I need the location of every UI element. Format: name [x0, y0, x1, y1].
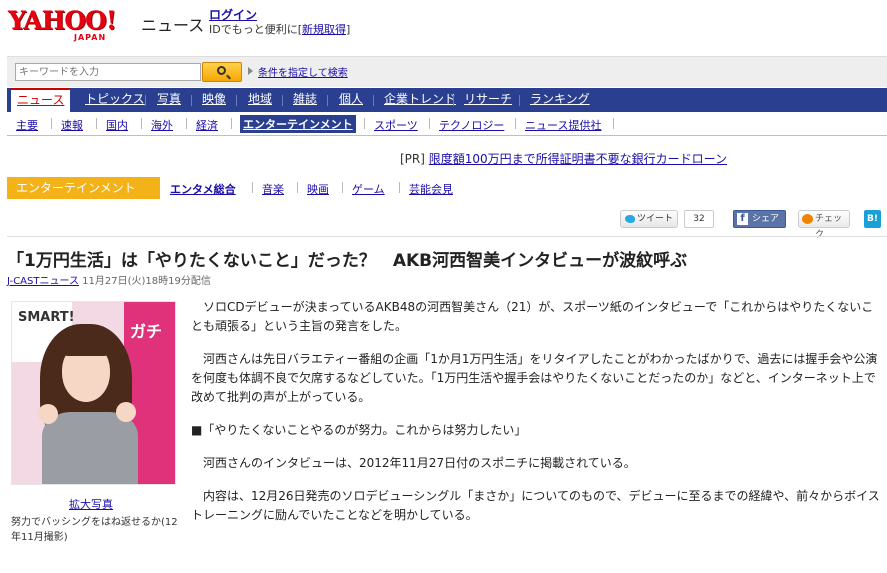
- subnav-divider: [231, 118, 232, 129]
- facebook-share-button[interactable]: f シェア: [733, 210, 786, 228]
- subnav-entertainment[interactable]: エンターテインメント: [240, 115, 356, 133]
- twitter-bird-icon: [625, 215, 635, 223]
- tab-video[interactable]: 映像: [202, 88, 226, 112]
- nav-divider: [282, 95, 283, 106]
- category-press-conferences[interactable]: 芸能会見: [409, 181, 453, 197]
- subnav-divider: [429, 118, 430, 129]
- pr-link[interactable]: 限度額100万円まで所得証明書不要な銀行カードローン: [429, 152, 727, 166]
- subnav-divider: [186, 118, 187, 129]
- subnav-divider: [613, 118, 614, 129]
- nav-divider: [145, 95, 146, 106]
- photo-person-body: [42, 412, 138, 484]
- category-music[interactable]: 音楽: [262, 181, 284, 197]
- tweet-button[interactable]: ツイート: [620, 210, 678, 228]
- main-nav: ニュース トピックス 写真 映像 地域 雑誌 個人 企業トレンド リサーチ ラン…: [7, 88, 887, 112]
- mixi-check-button[interactable]: チェック: [798, 210, 850, 240]
- pr-banner: [PR] 限度額100万円まで所得証明書不要な銀行カードローン: [400, 150, 727, 167]
- nav-divider: [327, 95, 328, 106]
- article-subheading: ■「やりたくないことやるのが努力。これからは努力したい」: [191, 423, 527, 437]
- category-movies[interactable]: 映画: [307, 181, 329, 197]
- category-games[interactable]: ゲーム: [352, 181, 385, 197]
- article-photo-box: SMART! ガチ 拡大写真 努力でバッシングをはね返せるか(12年11月撮影): [7, 297, 179, 547]
- article-meta: J-CASTニュース 11月27日(火)18時19分配信: [7, 272, 211, 287]
- article-source-link[interactable]: J-CASTニュース: [7, 276, 79, 287]
- photo-person-fist: [38, 404, 58, 424]
- photo-sign-text: SMART!: [18, 310, 75, 325]
- subnav-divider: [96, 118, 97, 129]
- category-divider: [399, 182, 400, 193]
- login-sub-prefix: IDでもっと便利に[: [209, 23, 303, 36]
- photo-person-fist: [116, 402, 136, 422]
- subnav-main[interactable]: 主要: [16, 117, 38, 133]
- yahoo-japan-logo[interactable]: YAHOO! JAPAN: [8, 6, 136, 44]
- category-bar: エンターテインメント エンタメ総合 音楽 映画 ゲーム 芸能会見: [7, 177, 887, 199]
- tab-region[interactable]: 地域: [248, 88, 272, 112]
- facebook-icon: f: [737, 213, 748, 225]
- page-header: YAHOO! JAPAN ニュース ログイン IDでもっと便利に[新規取得]: [8, 4, 887, 46]
- article-date: 11月27日(火)18時19分配信: [82, 276, 211, 287]
- category-entame-general[interactable]: エンタメ総合: [170, 181, 236, 197]
- category-divider: [342, 182, 343, 193]
- category-title: エンターテインメント: [7, 177, 160, 199]
- subnav-divider: [51, 118, 52, 129]
- subnav-breaking[interactable]: 速報: [61, 117, 83, 133]
- category-divider: [297, 182, 298, 193]
- subnav-economy[interactable]: 経済: [196, 117, 218, 133]
- tab-magazine[interactable]: 雑誌: [293, 88, 317, 112]
- tab-news[interactable]: ニュース: [11, 88, 71, 112]
- search-input[interactable]: [15, 63, 201, 81]
- photo-caption: 努力でバッシングをはね返せるか(12年11月撮影): [11, 517, 178, 543]
- facebook-share-label: シェア: [752, 214, 780, 224]
- article-body: ソロCDデビューが決まっているAKB48の河西智美さん（21）が、スポーツ紙のイ…: [191, 298, 885, 539]
- sub-nav: 主要 速報 国内 海外 経済 エンターテインメント スポーツ テクノロジー ニュ…: [7, 112, 887, 136]
- article-paragraph: 内容は、12月26日発売のソロデビューシングル「まさか」についてのもので、デビュ…: [191, 489, 880, 522]
- tab-ranking[interactable]: ランキング: [530, 88, 590, 112]
- hatena-bookmark-button[interactable]: B!: [864, 210, 881, 228]
- tweet-count: 32: [684, 210, 714, 228]
- search-button[interactable]: [202, 62, 242, 82]
- enlarge-photo-link[interactable]: 拡大写真: [69, 496, 113, 512]
- section-divider: [7, 236, 887, 237]
- subnav-overseas[interactable]: 海外: [151, 117, 173, 133]
- subnav-divider: [364, 118, 365, 129]
- logo-sub: JAPAN: [74, 33, 107, 42]
- nav-divider: [453, 95, 454, 106]
- register-link[interactable]: 新規取得: [302, 23, 346, 36]
- nav-divider: [519, 95, 520, 106]
- article-paragraph: 河西さんのインタビューは、2012年11月27日付のスポニチに掲載されている。: [203, 456, 636, 470]
- search-bar: 条件を指定して検索: [7, 56, 887, 87]
- nav-divider: [373, 95, 374, 106]
- subnav-technology[interactable]: テクノロジー: [439, 117, 504, 133]
- category-divider: [252, 182, 253, 193]
- tab-personal[interactable]: 個人: [339, 88, 363, 112]
- article-paragraph: ソロCDデビューが決まっているAKB48の河西智美さん（21）が、スポーツ紙のイ…: [191, 300, 874, 333]
- subnav-divider: [515, 118, 516, 129]
- article-headline: 「1万円生活」は「やりたくないこと」だった？ AKB河西智美インタビューが波紋呼…: [7, 251, 688, 271]
- subnav-providers[interactable]: ニュース提供社: [525, 117, 601, 133]
- search-icon: [217, 66, 226, 75]
- photo-sign-right-text: ガチ: [130, 322, 163, 341]
- logo-text: YAHOO!: [8, 6, 117, 35]
- login-subtext: IDでもっと便利に[新規取得]: [209, 21, 350, 37]
- service-name[interactable]: ニュース: [141, 12, 204, 36]
- login-sub-suffix: ]: [346, 23, 351, 36]
- pr-label: [PR]: [400, 152, 425, 166]
- photo-person-bangs: [58, 334, 114, 356]
- tab-research[interactable]: リサーチ: [464, 88, 512, 112]
- subnav-domestic[interactable]: 国内: [106, 117, 128, 133]
- tweet-label: ツイート: [637, 214, 674, 224]
- tab-corporate-trends[interactable]: 企業トレンド: [384, 88, 456, 112]
- article-photo[interactable]: SMART! ガチ: [11, 301, 176, 485]
- subnav-divider: [141, 118, 142, 129]
- nav-divider: [191, 95, 192, 106]
- subnav-sports[interactable]: スポーツ: [374, 117, 418, 133]
- advanced-search-link[interactable]: 条件を指定して検索: [248, 64, 348, 79]
- tab-photos[interactable]: 写真: [157, 88, 181, 112]
- article-paragraph: 河西さんは先日バラエティー番組の企画「1か月1万円生活」をリタイアしたことがわか…: [191, 352, 878, 404]
- tab-topics[interactable]: トピックス: [85, 88, 145, 112]
- nav-divider: [236, 95, 237, 106]
- check-icon: [802, 214, 813, 224]
